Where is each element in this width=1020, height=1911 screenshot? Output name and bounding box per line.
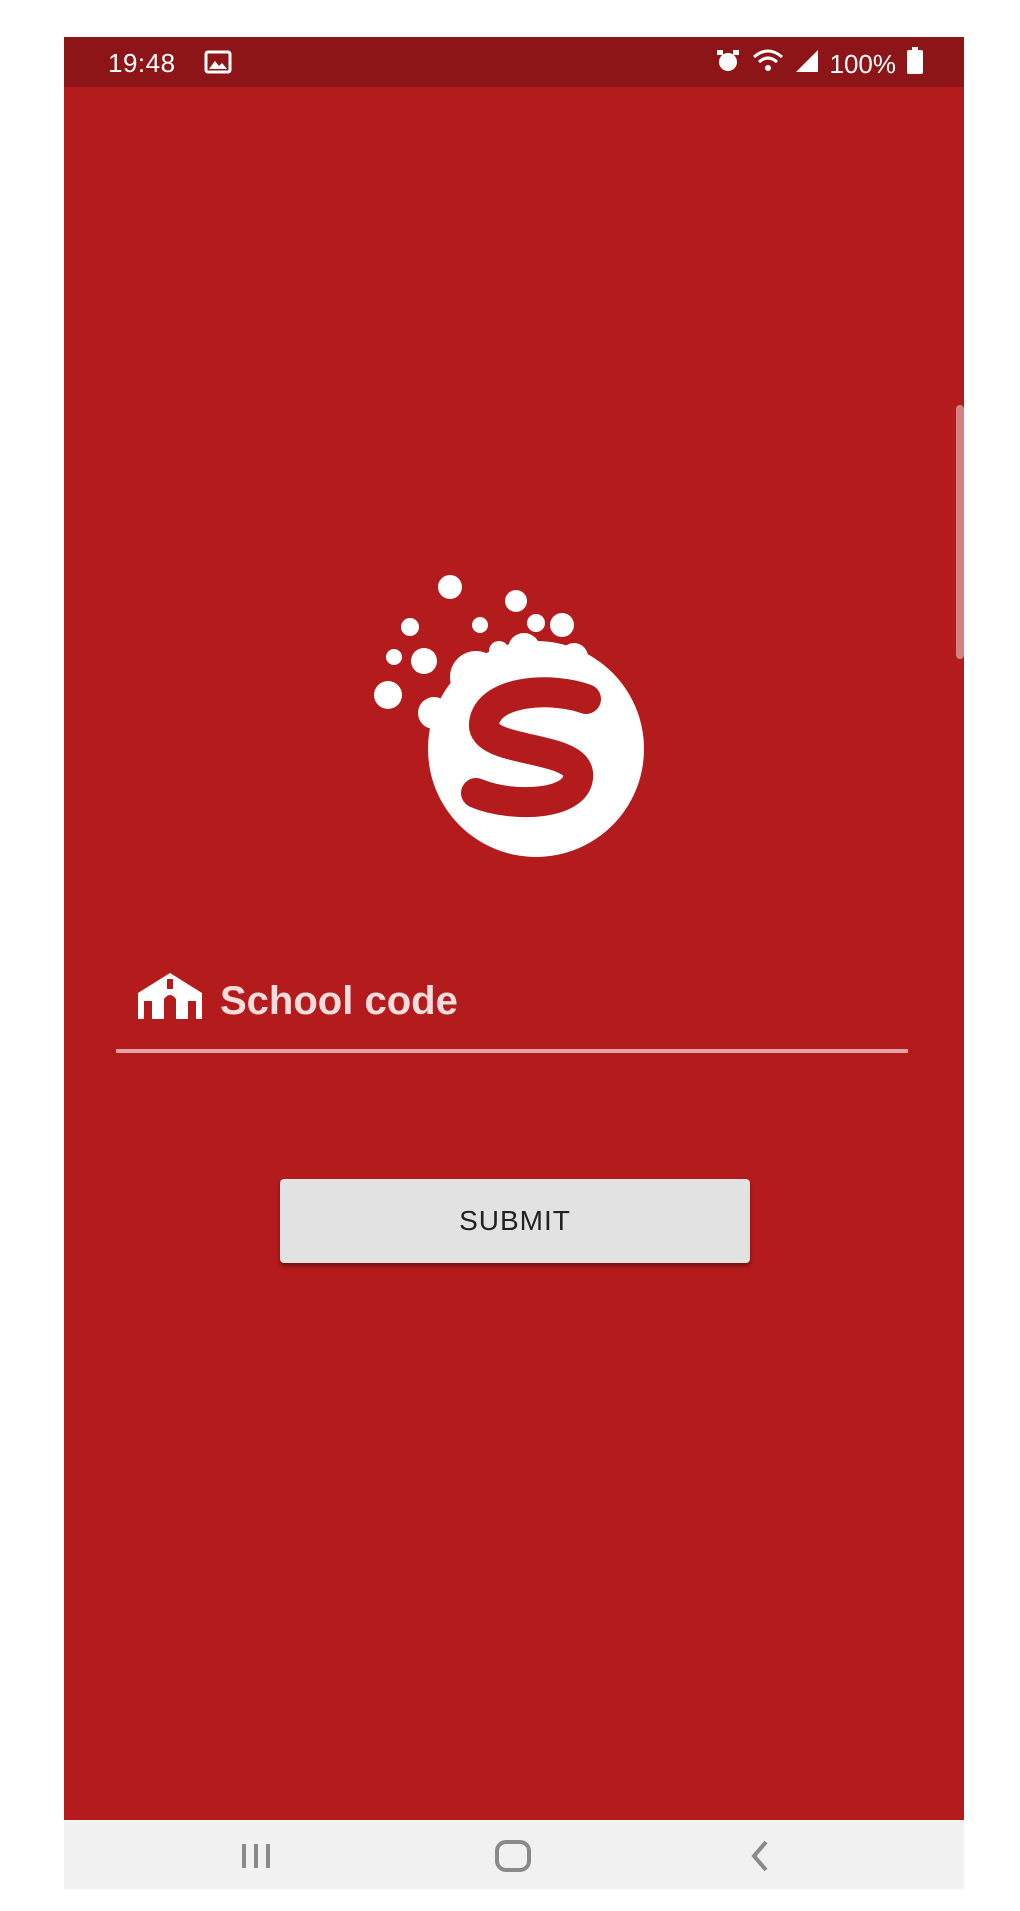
android-nav-bar <box>64 1820 964 1889</box>
status-icons: 100% <box>714 47 925 82</box>
school-icon <box>134 967 206 1026</box>
scroll-indicator <box>956 405 964 659</box>
back-icon[interactable] <box>746 1838 776 1879</box>
submit-button[interactable]: SUBMIT <box>280 1179 750 1263</box>
school-code-screen: SUBMIT <box>64 87 964 1820</box>
s-logo <box>364 527 694 872</box>
school-code-field[interactable] <box>116 957 908 1057</box>
gallery-icon <box>204 49 232 82</box>
battery-text: 100% <box>829 49 897 79</box>
battery-icon <box>906 47 924 82</box>
phone-screen: 19:48 100% School code SUBMIT <box>64 37 964 1889</box>
alarm-icon <box>714 48 742 81</box>
signal-icon <box>794 48 820 81</box>
wifi-icon <box>752 48 784 81</box>
status-time: 19:48 <box>108 48 176 78</box>
school-code-input[interactable] <box>220 973 860 1029</box>
recents-icon[interactable] <box>236 1840 276 1877</box>
status-bar: 19:48 100% <box>64 37 964 87</box>
home-icon[interactable] <box>491 1838 535 1879</box>
field-underline <box>116 1049 908 1053</box>
